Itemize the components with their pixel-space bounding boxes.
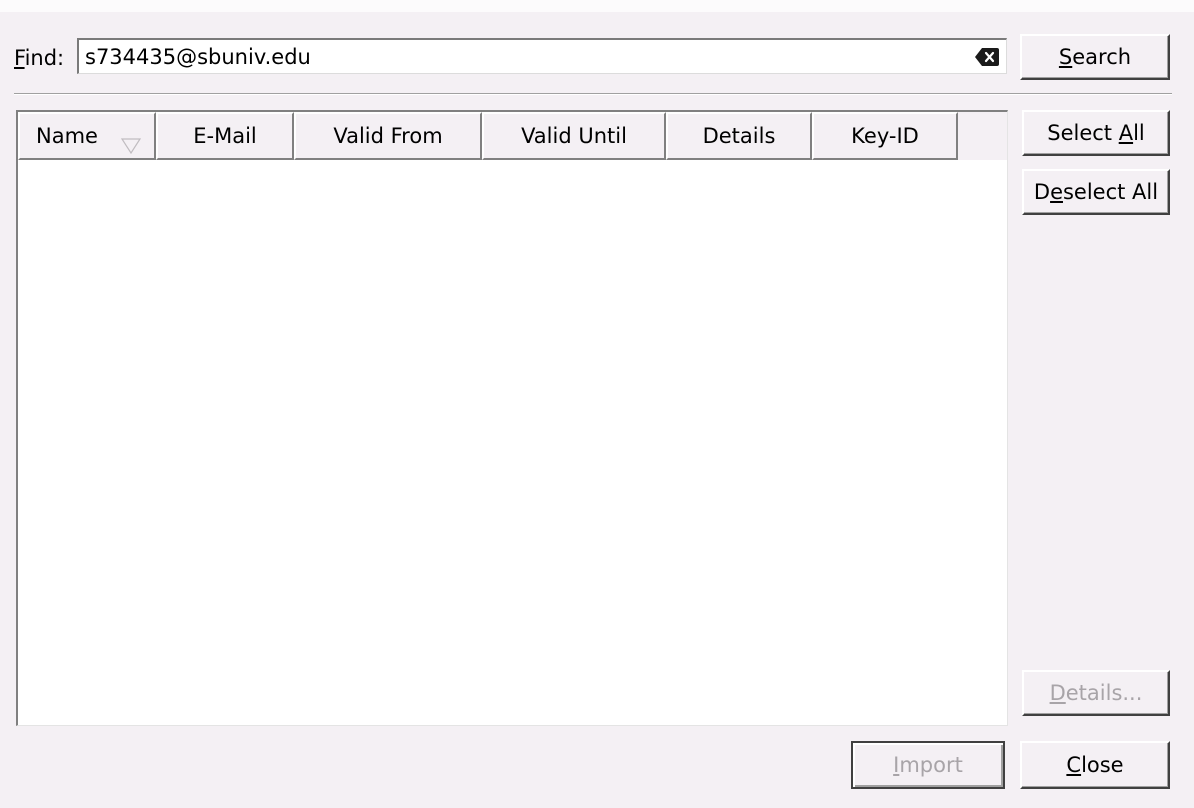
column-header-details[interactable]: Details xyxy=(666,112,812,160)
column-header-name[interactable]: Name xyxy=(18,112,156,160)
search-button[interactable]: Search xyxy=(1020,34,1170,80)
column-header-email[interactable]: E-Mail xyxy=(156,112,294,160)
clear-text-icon[interactable] xyxy=(974,46,1000,68)
results-list[interactable]: Name E-Mail Valid From Valid Until Detai… xyxy=(16,110,1008,726)
select-all-button[interactable]: Select All xyxy=(1022,110,1170,156)
find-input-value[interactable]: s734435@sbuniv.edu xyxy=(85,45,311,69)
column-header-key-id[interactable]: Key-ID xyxy=(812,112,958,160)
import-button[interactable]: Import xyxy=(851,741,1005,789)
find-label: Find: xyxy=(14,46,65,70)
list-body[interactable] xyxy=(18,160,1007,725)
header-filler xyxy=(958,112,1007,160)
column-header-valid-until[interactable]: Valid Until xyxy=(482,112,666,160)
sort-descending-icon xyxy=(120,126,142,155)
close-button[interactable]: Close xyxy=(1020,741,1170,789)
separator-line xyxy=(14,93,1172,95)
column-header-valid-from[interactable]: Valid From xyxy=(294,112,482,160)
find-input[interactable]: s734435@sbuniv.edu xyxy=(77,38,1007,74)
list-header: Name E-Mail Valid From Valid Until Detai… xyxy=(18,112,1007,160)
deselect-all-button[interactable]: Deselect All xyxy=(1022,169,1170,215)
details-button[interactable]: Details... xyxy=(1022,670,1170,716)
dialog-top-strip xyxy=(0,0,1194,12)
